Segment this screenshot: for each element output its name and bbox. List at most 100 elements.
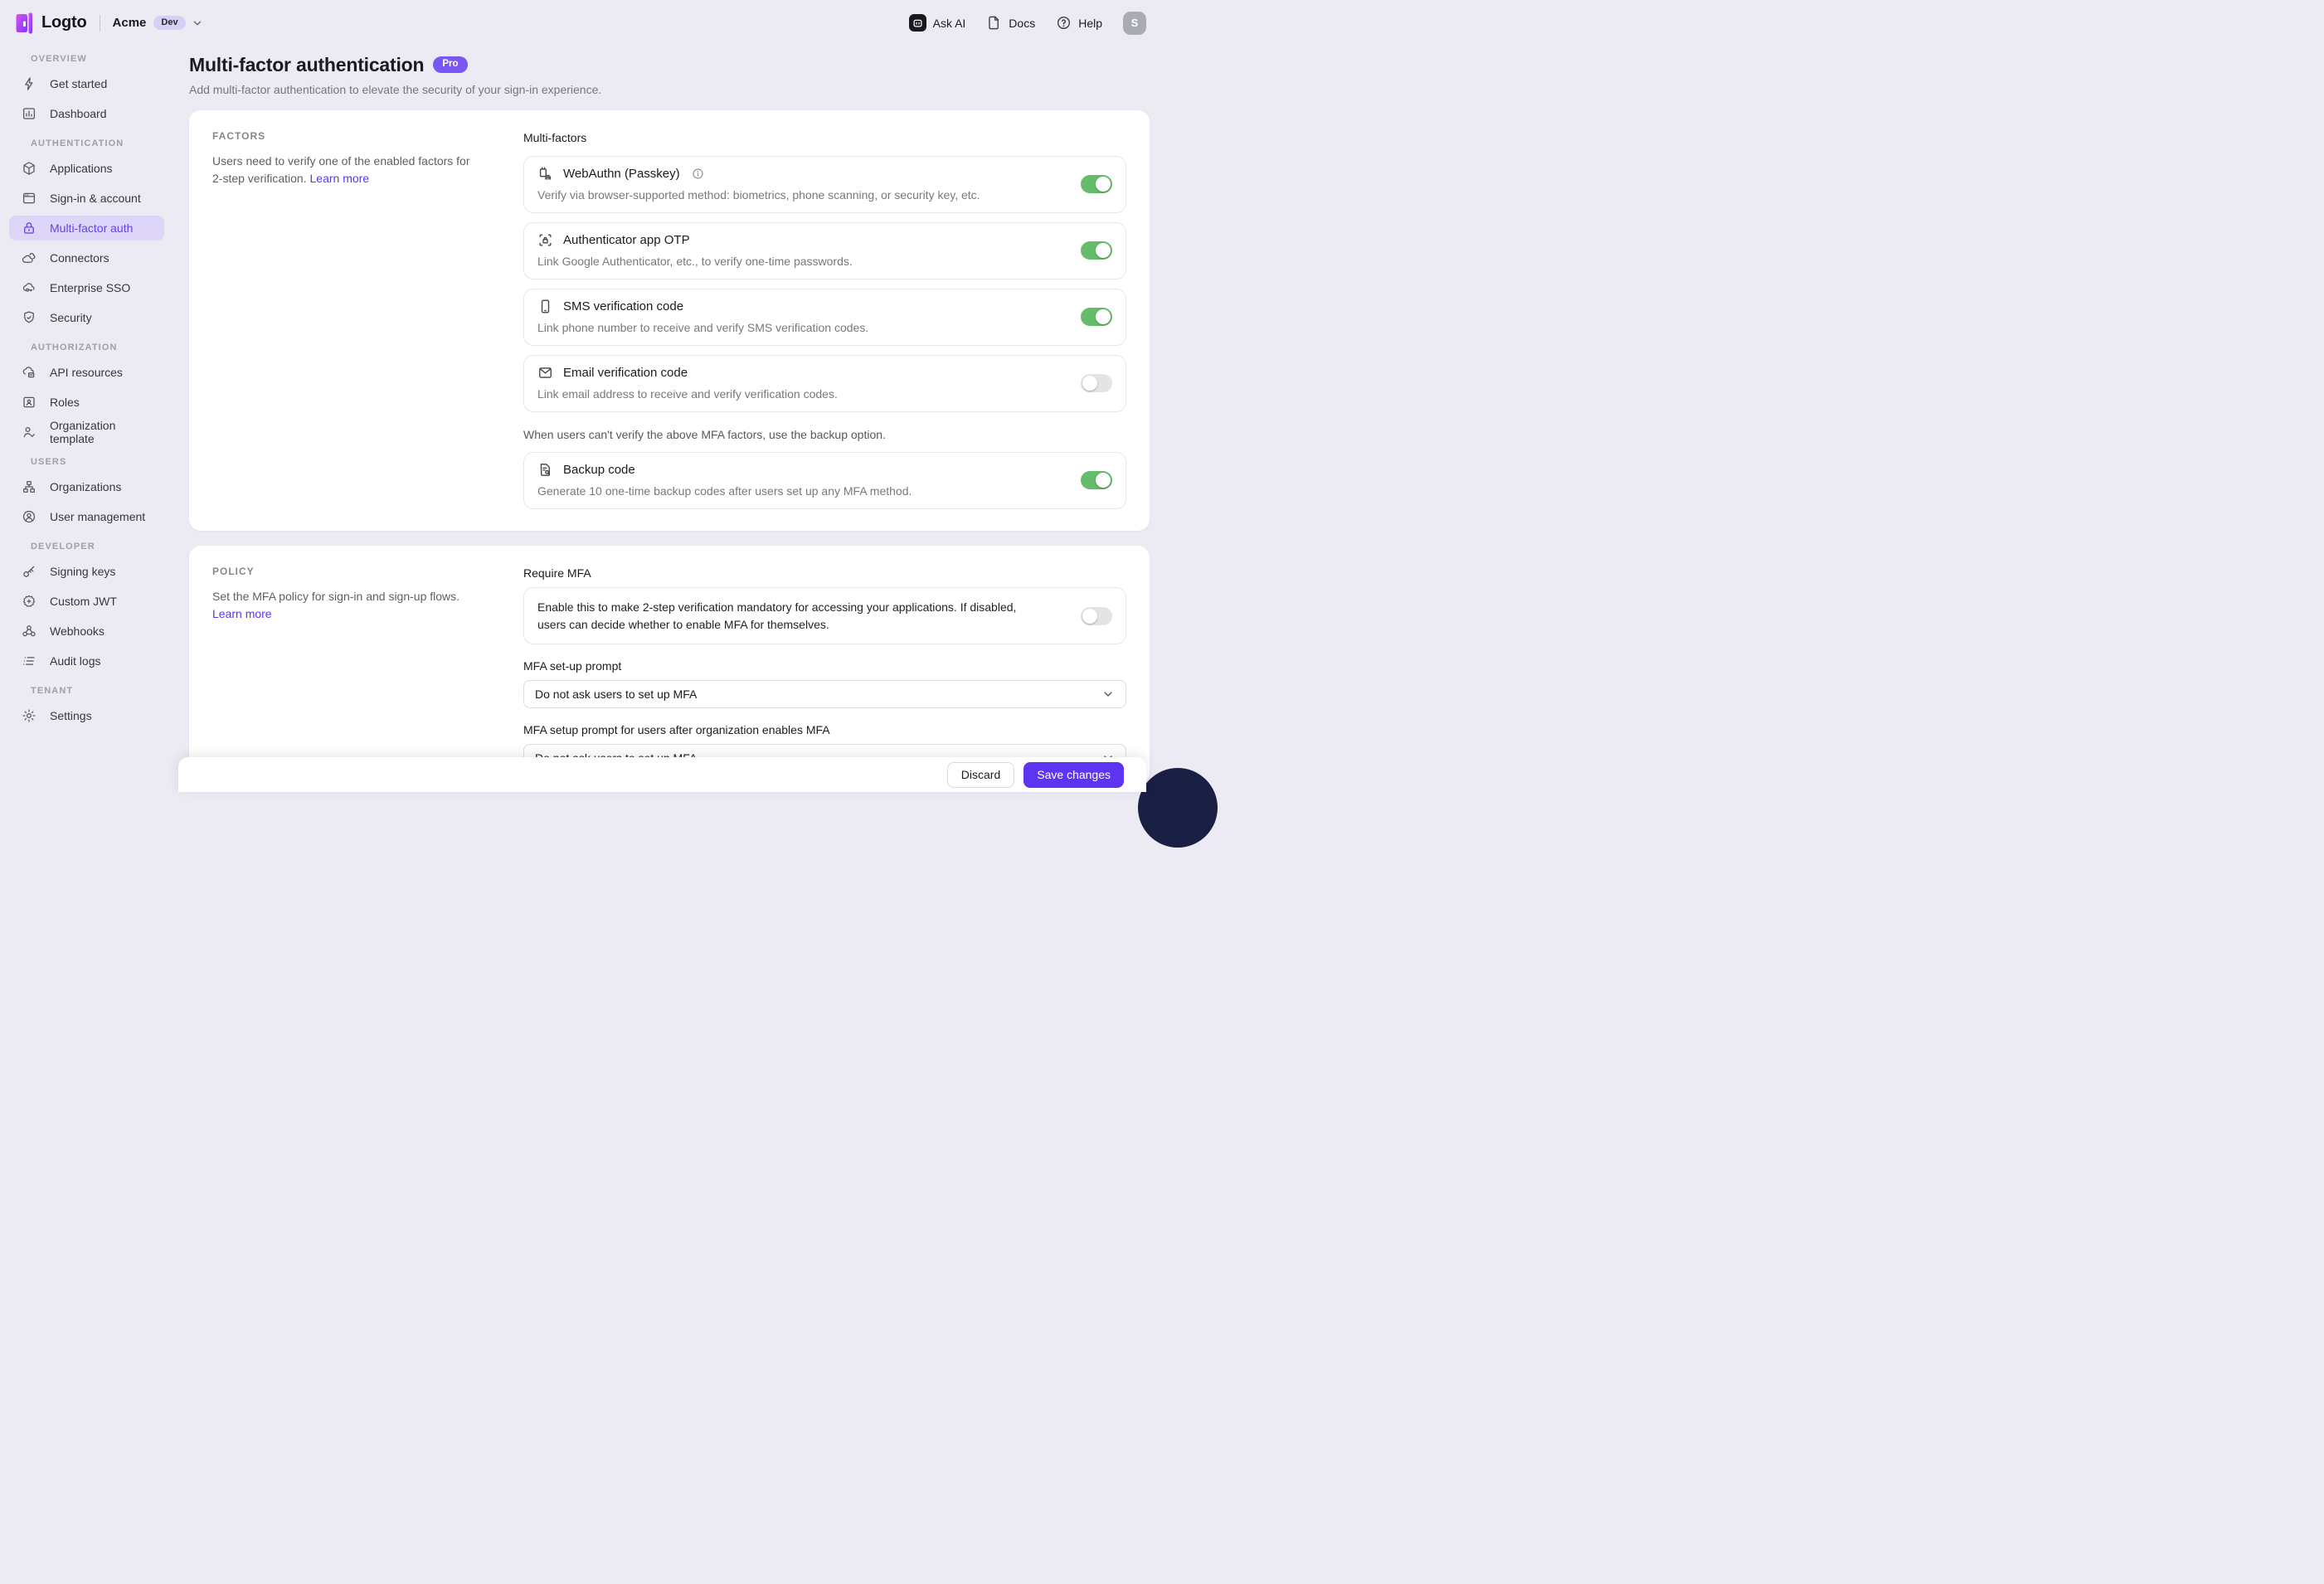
sidebar-item-multi-factor-auth[interactable]: Multi-factor auth [9,216,164,241]
mfa-prompt-select[interactable]: Do not ask users to set up MFA [523,680,1126,708]
sidebar-item-label: Multi-factor auth [50,221,133,235]
sidebar-item-organization-template[interactable]: Organization template [9,420,164,445]
docs-label: Docs [1009,17,1035,30]
discard-button[interactable]: Discard [947,762,1014,788]
require-mfa-card: Enable this to make 2-step verification … [523,587,1126,644]
sidebar-section-tenant: TENANT [31,686,172,696]
backup-codes-icon [537,462,553,478]
help-label: Help [1078,17,1102,30]
passkey-icon [537,166,553,182]
sidebar-section-developer: DEVELOPER [31,542,172,551]
cloud-key-icon [22,280,36,295]
toggle-sms[interactable] [1081,308,1112,326]
save-changes-button[interactable]: Save changes [1023,762,1124,788]
sidebar-item-label: Webhooks [50,624,105,638]
sidebar-item-label: Custom JWT [50,595,117,608]
main-content: Multi-factor authentication Pro Add mult… [172,46,1162,792]
logto-brand[interactable]: Logto [16,12,87,34]
lock-icon [22,221,36,236]
sidebar-item-label: Applications [50,162,113,175]
logto-logo-icon [16,12,34,34]
toggle-webauthn[interactable] [1081,175,1112,193]
sidebar-item-label: Dashboard [50,107,107,120]
factor-row-backup-code: Backup code Generate 10 one-time backup … [523,452,1126,509]
list-lines-icon [22,654,36,668]
factors-section-description: Users need to verify one of the enabled … [212,153,477,187]
factors-section-label: FACTORS [212,130,477,142]
sidebar-section-authorization: AUTHORIZATION [31,343,172,352]
factor-description: Link phone number to receive and verify … [537,321,1061,334]
factor-name: Email verification code [563,366,688,380]
multi-factors-title: Multi-factors [523,131,1126,144]
sidebar-item-label: Settings [50,709,92,722]
chevron-down-icon [192,17,203,29]
info-icon[interactable] [692,168,704,180]
policy-section-description: Set the MFA policy for sign-in and sign-… [212,588,477,623]
sidebar-item-user-management[interactable]: User management [9,504,164,529]
sidebar-item-settings[interactable]: Settings [9,703,164,728]
env-badge: Dev [153,16,185,30]
factor-name: Authenticator app OTP [563,233,690,247]
user-avatar[interactable]: S [1123,12,1146,35]
tenant-name: Acme [113,16,147,30]
toggle-backup-code[interactable] [1081,471,1112,489]
sidebar-item-applications[interactable]: Applications [9,156,164,181]
factor-name: SMS verification code [563,299,683,313]
sidebar-item-organizations[interactable]: Organizations [9,474,164,499]
factor-row-authenticator-otp: Authenticator app OTP Link Google Authen… [523,222,1126,279]
toggle-require-mfa[interactable] [1081,607,1112,625]
webhook-icon [22,624,36,639]
shield-check-icon [22,310,36,325]
jwt-badge-icon [22,594,36,609]
browser-window-icon [22,191,36,206]
factor-description: Link Google Authenticator, etc., to veri… [537,255,1061,268]
sidebar-item-label: Sign-in & account [50,192,141,205]
mfa-prompt-value: Do not ask users to set up MFA [535,688,697,701]
factor-name: WebAuthn (Passkey) [563,167,680,181]
policy-learn-more-link[interactable]: Learn more [212,607,272,620]
sidebar-item-custom-jwt[interactable]: Custom JWT [9,589,164,614]
require-mfa-description: Enable this to make 2-step verification … [537,599,1048,633]
ask-ai-icon [909,14,926,32]
docs-button[interactable]: Docs [986,15,1035,31]
envelope-icon [537,365,553,381]
sidebar-item-label: API resources [50,366,123,379]
sidebar-item-sign-in-account[interactable]: Sign-in & account [9,186,164,211]
sidebar-item-label: Organizations [50,480,121,493]
sidebar-item-dashboard[interactable]: Dashboard [9,101,164,126]
sidebar-item-label: Signing keys [50,565,115,578]
bar-chart-icon [22,106,36,121]
sidebar-item-roles[interactable]: Roles [9,390,164,415]
sidebar-item-label: Organization template [50,419,156,445]
mfa-prompt-label: MFA set-up prompt [523,659,1126,673]
document-icon [986,15,1002,31]
page-subtitle: Add multi-factor authentication to eleva… [189,83,1150,96]
connector-clouds-icon [22,250,36,265]
factors-learn-more-link[interactable]: Learn more [310,172,370,185]
sidebar-item-signing-keys[interactable]: Signing keys [9,559,164,584]
policy-description-text: Set the MFA policy for sign-in and sign-… [212,590,459,603]
tenant-selector[interactable]: Acme Dev [113,16,203,30]
toggle-authenticator-otp[interactable] [1081,241,1112,260]
policy-card: POLICY Set the MFA policy for sign-in an… [189,546,1150,784]
sidebar-item-get-started[interactable]: Get started [9,71,164,96]
toggle-email[interactable] [1081,374,1112,392]
save-action-bar: Discard Save changes [178,757,1146,792]
chat-bubble[interactable] [1138,768,1218,848]
sidebar-item-enterprise-sso[interactable]: Enterprise SSO [9,275,164,300]
sidebar-item-api-resources[interactable]: API resources [9,360,164,385]
sidebar-item-label: Security [50,311,92,324]
ask-ai-button[interactable]: Ask AI [909,14,966,32]
sidebar-item-connectors[interactable]: Connectors [9,245,164,270]
sidebar-item-security[interactable]: Security [9,305,164,330]
topbar-actions: Ask AI Docs Help S [909,12,1146,35]
phone-icon [537,299,553,314]
sidebar-item-audit-logs[interactable]: Audit logs [9,649,164,673]
factor-row-webauthn: WebAuthn (Passkey) Verify via browser-su… [523,156,1126,213]
factor-description: Link email address to receive and verify… [537,387,1061,401]
sidebar-item-webhooks[interactable]: Webhooks [9,619,164,644]
page-title: Multi-factor authentication [189,52,424,77]
help-button[interactable]: Help [1056,15,1102,31]
sidebar-item-label: Audit logs [50,654,100,668]
cube-icon [22,161,36,176]
